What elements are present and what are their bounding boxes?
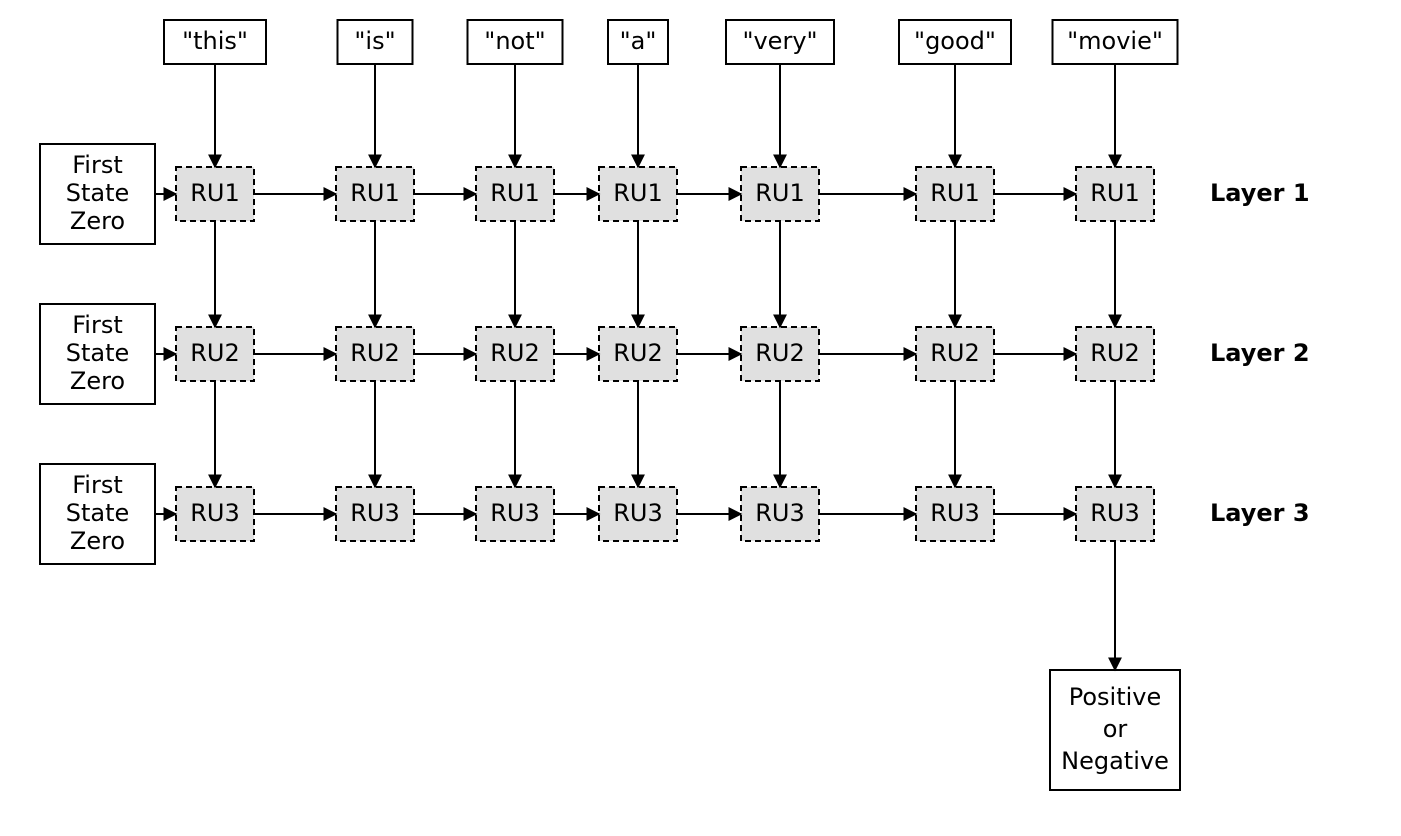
- init-state-text-2-1: State: [66, 499, 130, 527]
- ru-label-2-0: RU3: [190, 499, 240, 527]
- layer-label-2: Layer 3: [1210, 499, 1310, 527]
- word-text-1: "is": [354, 27, 395, 55]
- ru-label-1-6: RU2: [1090, 339, 1140, 367]
- ru-label-2-4: RU3: [755, 499, 805, 527]
- init-state-text-1-2: Zero: [70, 367, 125, 395]
- word-text-5: "good": [914, 27, 996, 55]
- ru-label-1-3: RU2: [613, 339, 663, 367]
- init-state-text-1-0: First: [72, 311, 123, 339]
- ru-label-2-6: RU3: [1090, 499, 1140, 527]
- layer-label-1: Layer 2: [1210, 339, 1310, 367]
- ru-label-2-1: RU3: [350, 499, 400, 527]
- ru-label-1-5: RU2: [930, 339, 980, 367]
- ru-label-1-4: RU2: [755, 339, 805, 367]
- rnn-diagram: "this" "is" "not" "a" "very" "good" "movie" Fir…: [0, 0, 1401, 836]
- ru-label-0-6: RU1: [1090, 179, 1140, 207]
- word-text-6: "movie": [1067, 27, 1163, 55]
- ru-label-0-5: RU1: [930, 179, 980, 207]
- ru-label-2-2: RU3: [490, 499, 540, 527]
- ru-label-0-0: RU1: [190, 179, 240, 207]
- init-state-text-1-1: State: [66, 339, 130, 367]
- ru-label-1-1: RU2: [350, 339, 400, 367]
- init-state-text-0-0: First: [72, 151, 123, 179]
- ru-label-0-2: RU1: [490, 179, 540, 207]
- init-state-text-0-2: Zero: [70, 207, 125, 235]
- ru-label-0-1: RU1: [350, 179, 400, 207]
- word-text-0: "this": [182, 27, 248, 55]
- ru-label-1-2: RU2: [490, 339, 540, 367]
- ru-label-1-0: RU2: [190, 339, 240, 367]
- output-text-2: Negative: [1061, 747, 1169, 775]
- word-text-3: "a": [620, 27, 657, 55]
- output-text-0: Positive: [1069, 683, 1162, 711]
- ru-label-0-4: RU1: [755, 179, 805, 207]
- word-text-4: "very": [742, 27, 817, 55]
- ru-label-2-5: RU3: [930, 499, 980, 527]
- output-text-1: or: [1103, 715, 1128, 743]
- init-state-text-2-2: Zero: [70, 527, 125, 555]
- init-state-text-0-1: State: [66, 179, 130, 207]
- word-text-2: "not": [484, 27, 545, 55]
- ru-label-2-3: RU3: [613, 499, 663, 527]
- ru-label-0-3: RU1: [613, 179, 663, 207]
- layer-label-0: Layer 1: [1210, 179, 1310, 207]
- init-state-text-2-0: First: [72, 471, 123, 499]
